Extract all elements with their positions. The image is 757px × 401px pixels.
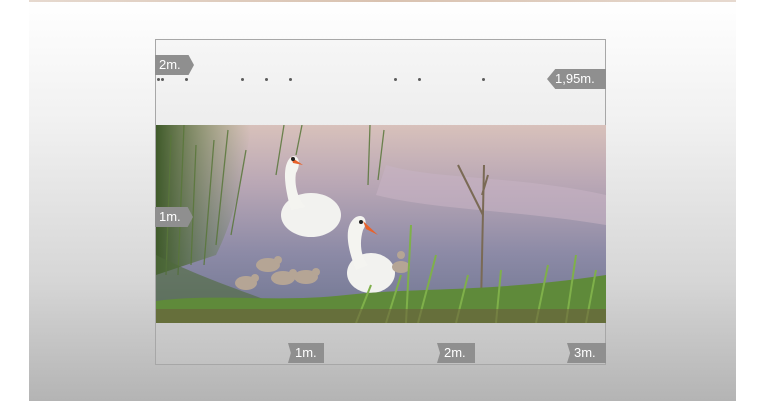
marker-dot (394, 78, 397, 81)
marker-dot (241, 78, 244, 81)
bottom-measure-tag-1: 1m. (288, 343, 324, 363)
marker-dot (185, 78, 188, 81)
marker-dot (161, 78, 164, 81)
top-right-measure-tag: 1,95m. (547, 69, 606, 89)
top-edge-strip (29, 0, 736, 2)
top-left-measure-tag: 2m. (155, 55, 194, 75)
bottom-measure-tag-3: 3m. (567, 343, 606, 363)
marker-dot (482, 78, 485, 81)
marker-dot (289, 78, 292, 81)
bottom-measure-tag-2: 2m. (437, 343, 475, 363)
swan-lake-photo (156, 125, 606, 323)
marker-dot (265, 78, 268, 81)
left-mid-measure-tag: 1m. (155, 207, 193, 227)
marker-dot (418, 78, 421, 81)
marker-dot (157, 78, 160, 81)
